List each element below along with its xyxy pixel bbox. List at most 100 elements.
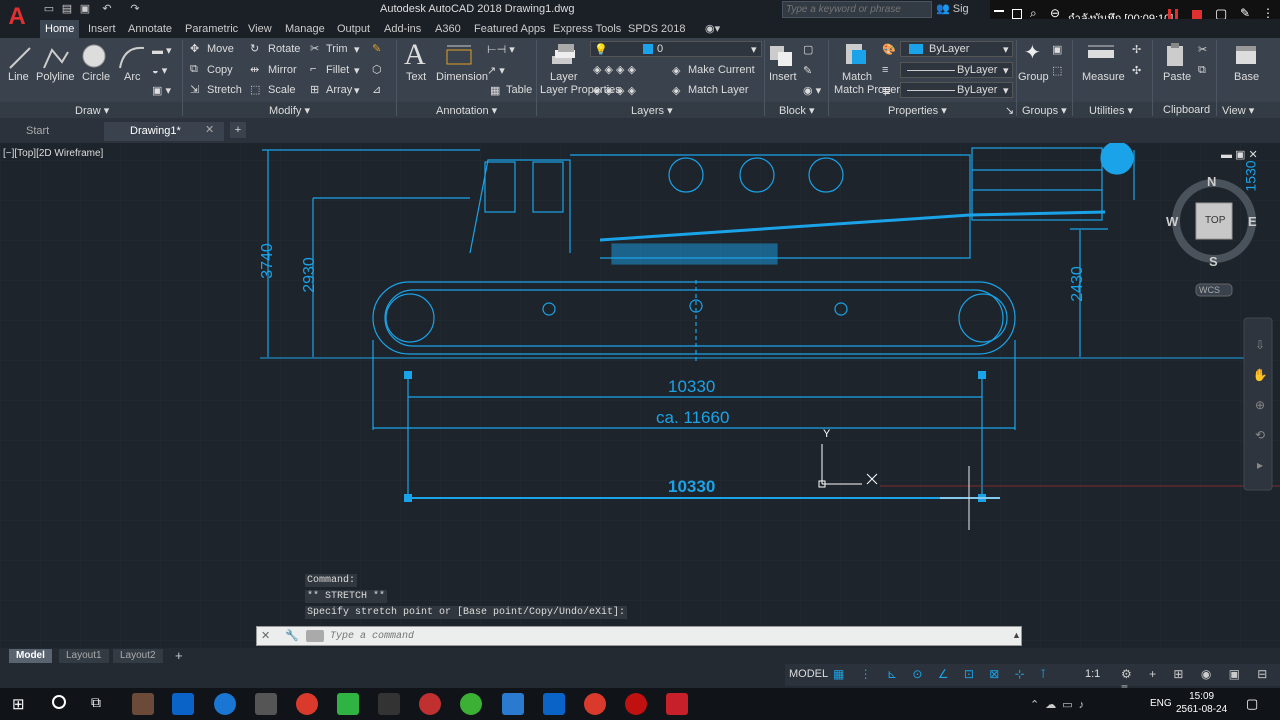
dimension-10330-selected[interactable]: 10330	[668, 477, 715, 497]
table-button[interactable]: Table	[506, 84, 532, 96]
pen-icon[interactable]: ✎	[1240, 6, 1250, 20]
edge-icon[interactable]	[214, 693, 236, 715]
linetype-dropdown[interactable]: ByLayer ▾	[900, 62, 1013, 78]
block-panel-label[interactable]: Block ▾	[779, 104, 814, 117]
ribbon-toggle-icon[interactable]: ◉▾	[700, 20, 725, 38]
layout1-tab[interactable]: Layout1	[59, 649, 109, 663]
command-history-toggle-icon[interactable]: ▲	[1012, 630, 1021, 640]
outlook-icon-2[interactable]	[543, 693, 565, 715]
layer-tools-icon-2[interactable]: ◈ ◈ ◈ ◈	[593, 84, 636, 97]
new-icon[interactable]: ▭	[42, 2, 56, 16]
close-command-icon[interactable]: ✕	[261, 629, 270, 642]
make-current-button[interactable]: Make Current	[688, 64, 755, 76]
rotate-button[interactable]: Rotate	[268, 43, 300, 55]
signin-icon[interactable]: 👥 Sig	[936, 2, 969, 15]
undo-icon[interactable]: ↶	[100, 2, 114, 16]
system-tray-icons[interactable]: ⌃☁▭♪	[1030, 698, 1090, 711]
tab-manage[interactable]: Manage	[280, 20, 330, 38]
annotation-panel-label[interactable]: Annotation ▾	[436, 104, 497, 117]
language-indicator[interactable]: ENG	[1150, 698, 1172, 709]
tab-home[interactable]: Home	[40, 20, 80, 38]
paint-icon[interactable]	[419, 693, 441, 715]
color-dropdown[interactable]: ByLayer ▾	[900, 41, 1013, 57]
tab-a360[interactable]: A360	[430, 20, 466, 38]
new-tab-icon[interactable]: +	[230, 122, 246, 138]
more-icon[interactable]: ⋮	[1262, 6, 1274, 20]
dimension-button[interactable]: Dimension	[436, 71, 488, 83]
copy-clip-icon[interactable]: ⧉	[1198, 64, 1206, 77]
fillet-dropdown-icon[interactable]: ▾	[354, 64, 360, 77]
recorder-icon[interactable]	[625, 693, 647, 715]
copy-button[interactable]: Copy	[207, 64, 233, 76]
drafting-tools-icons[interactable]: ▦ ⋮ ⊾ ⊙ ∠ ⊡ ⊠ ⊹ ⊺	[833, 667, 1052, 681]
mirror-button[interactable]: Mirror	[268, 64, 297, 76]
attribute-icon[interactable]: ◉ ▾	[803, 84, 821, 97]
layer-dropdown[interactable]: 💡 0 ▾	[590, 41, 762, 57]
add-layout-icon[interactable]: +	[168, 649, 190, 663]
groups-panel-label[interactable]: Groups ▾	[1022, 104, 1067, 117]
wechat-icon[interactable]	[460, 693, 482, 715]
viewcube-west[interactable]: W	[1166, 214, 1178, 229]
chrome-icon[interactable]	[296, 693, 318, 715]
save-icon[interactable]: ▣	[78, 2, 92, 16]
search-input[interactable]	[782, 1, 932, 18]
viewport-window-controls[interactable]: ▬ ▣ ✕	[1221, 148, 1258, 161]
layer-properties-label[interactable]: Layer	[550, 71, 578, 83]
scale-button[interactable]: Scale	[268, 84, 296, 96]
properties-launcher-icon[interactable]: ↘	[1005, 104, 1014, 117]
open-icon[interactable]: ▤	[60, 2, 74, 16]
viewcube-north[interactable]: N	[1207, 174, 1216, 189]
drawing-canvas[interactable]	[0, 143, 1280, 648]
close-tab-icon[interactable]: ✕	[205, 123, 214, 136]
rectangle-icon[interactable]: ▬ ▾	[152, 44, 172, 57]
start-tab[interactable]: Start	[0, 122, 118, 141]
zoom-icon[interactable]: ⊖	[1050, 6, 1060, 20]
region-icon[interactable]: ▣ ▾	[152, 84, 171, 97]
insert-button[interactable]: Insert	[769, 71, 797, 83]
folder-icon[interactable]	[502, 693, 524, 715]
arc-button[interactable]: Arc	[124, 71, 141, 83]
tab-parametric[interactable]: Parametric	[180, 20, 243, 38]
create-block-icon[interactable]: ▢	[803, 43, 813, 56]
viewcube-top-face[interactable]: TOP	[1205, 215, 1225, 226]
cut-icon[interactable]: ✂	[1198, 43, 1207, 56]
app-icon[interactable]	[132, 693, 154, 715]
fox-icon[interactable]	[378, 693, 400, 715]
erase-icon[interactable]: ✎	[372, 42, 381, 55]
nav-bar-tools[interactable]: ⇩ ✋ ⊕ ⟲ ▸	[1252, 330, 1268, 480]
ungroup-icon[interactable]: ▣	[1052, 43, 1062, 56]
move-button[interactable]: Move	[207, 43, 234, 55]
viewcube-east[interactable]: E	[1248, 214, 1257, 229]
redo-icon[interactable]: ↷	[128, 2, 142, 16]
leader-icon[interactable]: ↗ ▾	[487, 64, 505, 77]
tab-spds[interactable]: SPDS 2018	[623, 20, 690, 38]
polyline-button[interactable]: Polyline	[36, 71, 75, 83]
trim-button[interactable]: Trim	[326, 43, 348, 55]
group-button[interactable]: Group	[1018, 71, 1049, 83]
tab-express-tools[interactable]: Express Tools	[548, 20, 626, 38]
measure-button[interactable]: Measure	[1082, 71, 1125, 83]
autocad-logo[interactable]: A	[0, 0, 34, 38]
id-point-icon[interactable]: ✢	[1132, 43, 1141, 56]
base-view-button[interactable]: Base	[1234, 71, 1259, 83]
array-dropdown-icon[interactable]: ▾	[354, 84, 360, 97]
chrome-icon-2[interactable]	[584, 693, 606, 715]
array-button[interactable]: Array	[326, 84, 352, 96]
clipboard-panel-label[interactable]: Clipboard	[1163, 104, 1210, 116]
tab-annotate[interactable]: Annotate	[123, 20, 177, 38]
hatch-icon[interactable]: ◒ ▾	[152, 64, 167, 77]
model-space-button[interactable]: MODEL	[789, 668, 828, 680]
edit-block-icon[interactable]: ✎	[803, 64, 812, 77]
annotation-scale[interactable]: 1:1	[1085, 668, 1100, 680]
tab-output[interactable]: Output	[332, 20, 375, 38]
wrench-icon[interactable]: 🔧	[285, 629, 299, 642]
viewport-controls[interactable]: [−][Top][2D Wireframe]	[3, 148, 103, 159]
text-button[interactable]: Text	[406, 71, 426, 83]
cortana-icon[interactable]	[52, 695, 66, 709]
line-button[interactable]: Line	[8, 71, 29, 83]
clock[interactable]: 15:09 2561-08-24	[1176, 690, 1227, 716]
line-app-icon[interactable]	[337, 693, 359, 715]
outlook-icon[interactable]	[172, 693, 194, 715]
linear-dim-icon[interactable]: ⊢⊣ ▾	[487, 43, 515, 56]
tab-insert[interactable]: Insert	[83, 20, 121, 38]
